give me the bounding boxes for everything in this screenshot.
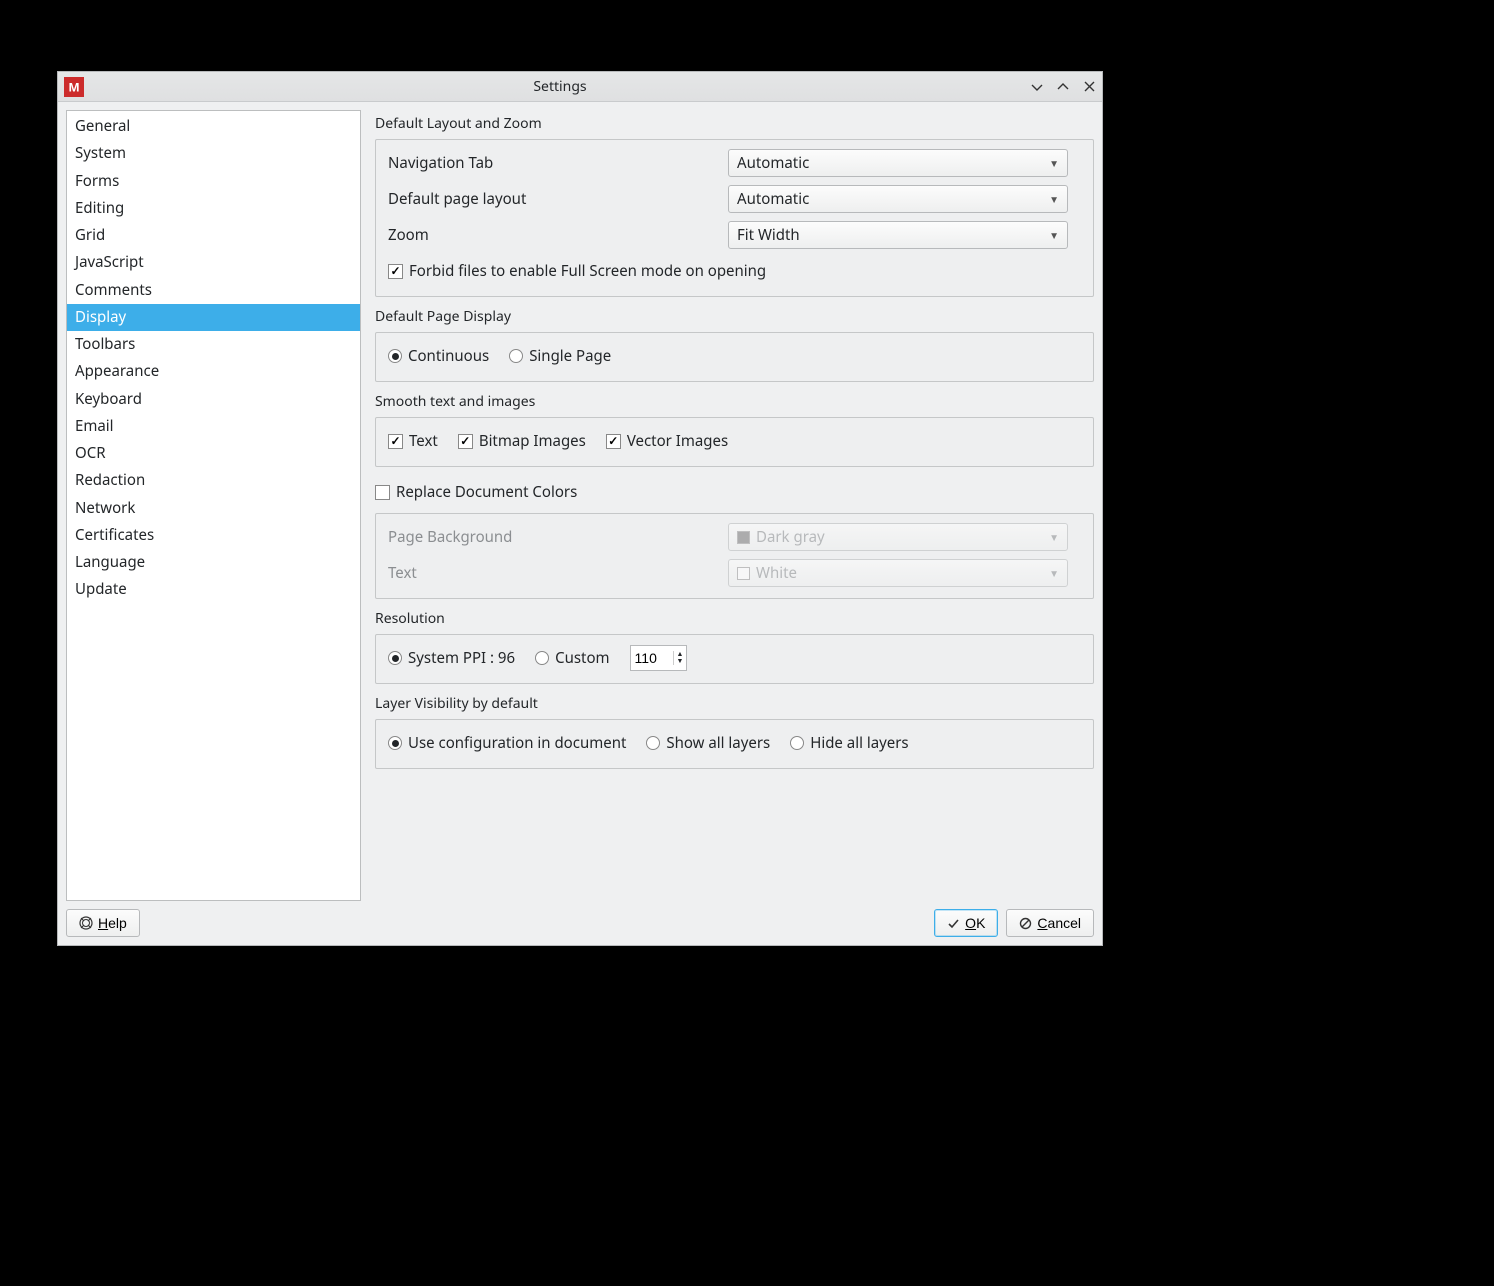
combo-zoom[interactable]: Fit Width▼ [728,221,1068,249]
titlebar: Settings [58,72,1102,102]
chevron-down-icon: ▼ [1049,530,1059,544]
combo-page-bg: Dark gray ▼ [728,523,1068,551]
settings-dialog: Settings GeneralSystemFormsEditingGridJa… [57,71,1103,946]
help-button[interactable]: HHelpelp [66,909,140,937]
help-icon [79,916,93,930]
category-list[interactable]: GeneralSystemFormsEditingGridJavaScriptC… [66,110,361,901]
input-custom-ppi[interactable] [631,648,673,668]
sidebar: GeneralSystemFormsEditingGridJavaScriptC… [66,110,361,937]
label-page-layout: Default page layout [388,189,728,209]
maximize-button[interactable] [1056,80,1070,94]
section-title-smooth: Smooth text and images [375,392,1094,411]
combo-page-layout[interactable]: Automatic▼ [728,185,1068,213]
checkbox-icon [388,434,403,449]
checkbox-icon [606,434,621,449]
checkbox-smooth-vector[interactable]: Vector Images [606,431,728,451]
section-page-display: Continuous Single Page [375,332,1094,382]
label-zoom: Zoom [388,225,728,245]
main-scroll: Default Layout and Zoom Navigation Tab A… [375,110,1094,903]
radio-layers-hide-all[interactable]: Hide all layers [790,733,908,753]
checkbox-icon [375,485,390,500]
sidebar-item-network[interactable]: Network [67,495,360,522]
section-smooth: Text Bitmap Images Vector Images [375,417,1094,467]
section-title-layers: Layer Visibility by default [375,694,1094,713]
spinner-down-icon[interactable]: ▼ [677,658,684,665]
label-text-color: Text [388,563,728,583]
radio-system-ppi[interactable]: System PPI : 96 [388,648,515,668]
sidebar-item-ocr[interactable]: OCR [67,440,360,467]
checkbox-forbid-fullscreen[interactable]: Forbid files to enable Full Screen mode … [388,261,766,281]
chevron-down-icon: ▼ [1049,228,1059,242]
color-swatch [737,531,750,544]
checkbox-smooth-text[interactable]: Text [388,431,438,451]
combo-nav-tab[interactable]: Automatic▼ [728,149,1068,177]
sidebar-item-general[interactable]: General [67,113,360,140]
sidebar-item-update[interactable]: Update [67,576,360,603]
sidebar-item-comments[interactable]: Comments [67,277,360,304]
radio-icon [790,736,804,750]
dialog-footer: OK OK Cancel Cancel [375,903,1094,937]
radio-icon [535,651,549,665]
section-replace-colors: Page Background Dark gray ▼ Text White ▼ [375,513,1094,599]
sidebar-item-forms[interactable]: Forms [67,168,360,195]
cancel-icon [1019,917,1032,930]
section-resolution: System PPI : 96 Custom ▲ ▼ [375,634,1094,684]
spinner-custom-ppi[interactable]: ▲ ▼ [630,645,688,671]
chevron-down-icon: ▼ [1049,566,1059,580]
sidebar-item-display[interactable]: Display [67,304,360,331]
sidebar-item-redaction[interactable]: Redaction [67,467,360,494]
sidebar-item-appearance[interactable]: Appearance [67,358,360,385]
sidebar-item-language[interactable]: Language [67,549,360,576]
checkbox-smooth-bitmap[interactable]: Bitmap Images [458,431,586,451]
checkbox-icon [388,264,403,279]
minimize-button[interactable] [1030,80,1044,94]
sidebar-item-certificates[interactable]: Certificates [67,522,360,549]
main-panel: Default Layout and Zoom Navigation Tab A… [375,110,1094,937]
label-page-bg: Page Background [388,527,728,547]
radio-icon [388,349,402,363]
sidebar-item-toolbars[interactable]: Toolbars [67,331,360,358]
sidebar-item-keyboard[interactable]: Keyboard [67,386,360,413]
window-title: Settings [90,77,1030,96]
cancel-button[interactable]: Cancel Cancel [1006,909,1094,937]
check-icon [947,917,960,930]
section-layout: Navigation Tab Automatic▼ Default page l… [375,139,1094,297]
radio-icon [388,736,402,750]
window-controls [1030,80,1096,94]
chevron-down-icon: ▼ [1049,156,1059,170]
section-layers: Use configuration in document Show all l… [375,719,1094,769]
radio-layers-doc-config[interactable]: Use configuration in document [388,733,626,753]
radio-icon [509,349,523,363]
checkbox-icon [458,434,473,449]
radio-icon [646,736,660,750]
radio-layers-show-all[interactable]: Show all layers [646,733,770,753]
app-icon [64,77,84,97]
radio-custom-ppi[interactable]: Custom [535,648,609,668]
radio-continuous[interactable]: Continuous [388,346,489,366]
close-button[interactable] [1082,80,1096,94]
color-swatch [737,567,750,580]
sidebar-item-editing[interactable]: Editing [67,195,360,222]
section-title-page-display: Default Page Display [375,307,1094,326]
content-area: GeneralSystemFormsEditingGridJavaScriptC… [58,102,1102,945]
section-title-layout: Default Layout and Zoom [375,114,1094,133]
chevron-down-icon: ▼ [1049,192,1059,206]
sidebar-item-system[interactable]: System [67,140,360,167]
sidebar-item-email[interactable]: Email [67,413,360,440]
checkbox-replace-colors[interactable]: Replace Document Colors [375,482,577,502]
sidebar-item-javascript[interactable]: JavaScript [67,249,360,276]
radio-single-page[interactable]: Single Page [509,346,611,366]
sidebar-item-grid[interactable]: Grid [67,222,360,249]
combo-text-color: White ▼ [728,559,1068,587]
ok-button[interactable]: OK OK [934,909,998,937]
label-nav-tab: Navigation Tab [388,153,728,173]
section-title-resolution: Resolution [375,609,1094,628]
radio-icon [388,651,402,665]
